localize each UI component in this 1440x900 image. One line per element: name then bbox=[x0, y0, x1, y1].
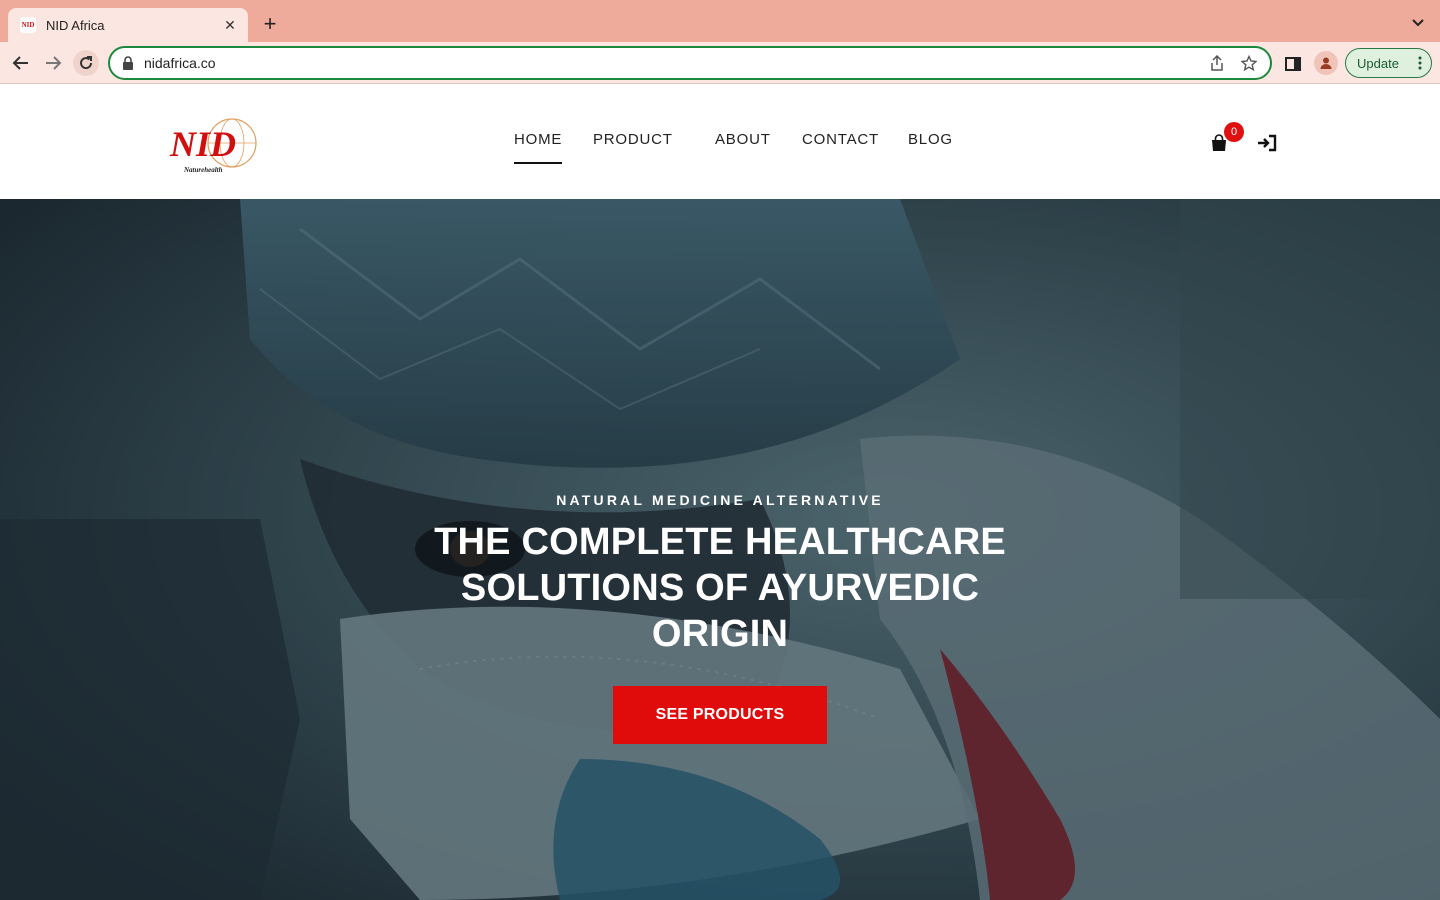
svg-text:Naturehealth: Naturehealth bbox=[183, 166, 223, 174]
lock-icon[interactable] bbox=[122, 56, 134, 70]
browser-toolbar: nidafrica.co Update bbox=[0, 42, 1440, 84]
update-button[interactable]: Update bbox=[1345, 48, 1432, 78]
arrow-right-icon bbox=[46, 56, 62, 70]
nav-item-contact[interactable]: CONTACT bbox=[802, 131, 879, 148]
hero-section: NATURAL MEDICINE ALTERNATIVE THE COMPLET… bbox=[0, 199, 1440, 900]
nav-item-home[interactable]: HOME bbox=[514, 131, 563, 164]
chevron-down-icon[interactable] bbox=[1410, 14, 1426, 30]
update-label: Update bbox=[1357, 55, 1399, 71]
svg-text:NID: NID bbox=[169, 124, 236, 164]
reload-icon bbox=[80, 56, 93, 70]
sign-in-icon[interactable] bbox=[1257, 134, 1277, 152]
new-tab-button[interactable]: + bbox=[258, 12, 282, 36]
hero-eyebrow: NATURAL MEDICINE ALTERNATIVE bbox=[556, 492, 884, 508]
close-tab-icon[interactable]: ✕ bbox=[222, 17, 238, 33]
reload-button[interactable] bbox=[73, 50, 99, 76]
see-products-button[interactable]: SEE PRODUCTS bbox=[613, 686, 827, 744]
favicon-icon: NID bbox=[20, 17, 36, 33]
cart-count-badge: 0 bbox=[1224, 122, 1244, 142]
nav-item-about[interactable]: ABOUT bbox=[715, 131, 771, 148]
site-header: NID Naturehealth HOME PRODUCT ABOUT CONT… bbox=[0, 85, 1440, 199]
avatar-icon[interactable] bbox=[1314, 51, 1338, 75]
tab-title: NID Africa bbox=[46, 17, 105, 33]
browser-tab[interactable]: NID NID Africa ✕ bbox=[8, 8, 248, 42]
nav-item-product[interactable]: PRODUCT bbox=[593, 131, 673, 148]
arrow-left-icon bbox=[12, 56, 28, 70]
side-panel-icon[interactable] bbox=[1284, 55, 1302, 73]
nav-item-blog[interactable]: BLOG bbox=[908, 131, 953, 148]
address-bar[interactable]: nidafrica.co bbox=[108, 46, 1272, 80]
hero-title: THE COMPLETE HEALTHCARE SOLUTIONS OF AYU… bbox=[434, 521, 1006, 655]
share-icon[interactable] bbox=[1208, 54, 1226, 72]
forward-button[interactable] bbox=[40, 50, 66, 76]
browser-tab-strip: NID NID Africa ✕ + bbox=[0, 0, 1440, 42]
url-text[interactable]: nidafrica.co bbox=[144, 55, 1194, 71]
site-logo[interactable]: NID Naturehealth bbox=[168, 115, 260, 177]
more-vert-icon bbox=[1418, 56, 1422, 70]
back-button[interactable] bbox=[8, 50, 34, 76]
star-icon[interactable] bbox=[1240, 54, 1258, 72]
